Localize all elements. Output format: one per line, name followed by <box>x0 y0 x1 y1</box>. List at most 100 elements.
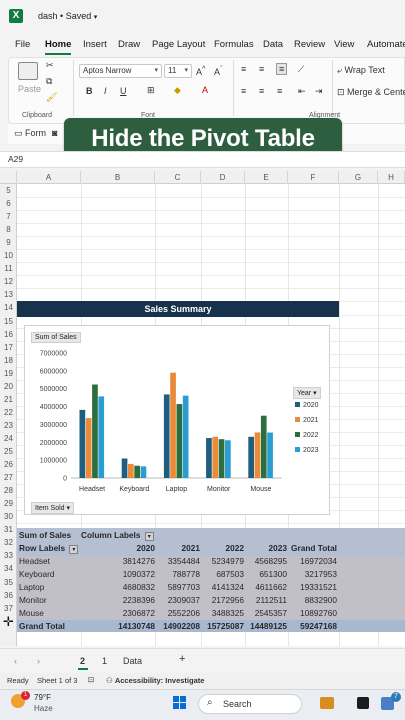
outdent-icon[interactable]: ⇥ <box>315 86 323 97</box>
row-header-33[interactable]: 33 <box>0 551 17 560</box>
taskbar-search-input[interactable]: Search <box>198 694 302 714</box>
sheet-tab-1[interactable]: 1 <box>102 656 107 666</box>
menu-page-layout[interactable]: Page Layout <box>152 39 205 50</box>
menu-draw[interactable]: Draw <box>118 39 140 50</box>
column-header-b[interactable]: B <box>81 171 155 184</box>
row-header-16[interactable]: 16 <box>0 330 17 339</box>
column-header-e[interactable]: E <box>245 171 288 184</box>
item-sold-field-button[interactable]: Item Sold ▾ <box>31 502 75 514</box>
row-header-36[interactable]: 36 <box>0 591 17 600</box>
add-sheet-button[interactable]: + <box>179 653 185 665</box>
row-header-6[interactable]: 6 <box>0 199 17 208</box>
underline-icon[interactable]: U <box>120 86 127 96</box>
next-sheet-button[interactable]: › <box>37 656 40 666</box>
year-legend-field-button[interactable]: Year ▾ <box>293 387 321 399</box>
document-title[interactable]: dash • Saved ▾ <box>38 11 97 21</box>
wrap-text-button[interactable]: ⤶ Wrap Text <box>337 65 385 76</box>
paste-icon[interactable] <box>18 62 38 80</box>
italic-icon[interactable]: I <box>104 86 107 96</box>
column-header-g[interactable]: G <box>339 171 378 184</box>
sheet-tab-2[interactable]: 2 <box>80 656 85 666</box>
menu-file[interactable]: File <box>15 39 30 50</box>
paste-label[interactable]: Paste <box>18 84 41 94</box>
camera-icon[interactable]: ◙ <box>52 128 57 138</box>
cut-icon[interactable]: ✂ <box>46 60 54 71</box>
row-header-12[interactable]: 12 <box>0 277 17 286</box>
format-painter-icon[interactable]: 🖌 <box>46 92 57 103</box>
column-header-a[interactable]: A <box>17 171 81 184</box>
align-middle-icon[interactable]: ≡ <box>259 64 264 74</box>
orientation-icon[interactable]: ⟋ <box>298 64 304 75</box>
font-size-combo[interactable]: 11 ▾ <box>164 64 192 78</box>
chart-plot: 0 1000000 2000000 3000000 4000000 5000000 6000… <box>40 351 282 493</box>
borders-icon[interactable]: ⊞ <box>147 85 155 96</box>
row-header-31[interactable]: 31 <box>0 525 17 534</box>
row-header-19[interactable]: 19 <box>0 369 17 378</box>
column-header-d[interactable]: D <box>201 171 245 184</box>
column-header-h[interactable]: H <box>378 171 405 184</box>
indent-icon[interactable]: ⇤ <box>298 86 306 97</box>
row-header-37[interactable]: 37 <box>0 604 17 613</box>
copy-icon[interactable]: ⧉ <box>46 76 52 87</box>
menu-insert[interactable]: Insert <box>83 39 107 50</box>
menu-home[interactable]: Home <box>45 39 71 50</box>
row-header-20[interactable]: 20 <box>0 382 17 391</box>
menu-view[interactable]: View <box>334 39 354 50</box>
menu-formulas[interactable]: Formulas <box>214 39 254 50</box>
fill-color-icon[interactable]: ◆ <box>174 85 181 96</box>
row-header-26[interactable]: 26 <box>0 460 17 469</box>
row-header-22[interactable]: 22 <box>0 408 17 417</box>
pivot-chart[interactable]: Sum of Sales 0 1000000 2000000 3000000 40000… <box>24 325 330 515</box>
align-left-icon[interactable]: ≡ <box>241 86 246 96</box>
row-header-9[interactable]: 9 <box>0 238 17 247</box>
row-header-7[interactable]: 7 <box>0 212 17 221</box>
align-center-icon[interactable]: ≡ <box>259 86 264 96</box>
menu-review[interactable]: Review <box>294 39 325 50</box>
font-color-icon[interactable]: A <box>202 85 208 95</box>
row-header-14[interactable]: 14 <box>0 303 17 312</box>
row-header-13[interactable]: 13 <box>0 290 17 299</box>
sheet-tab-data[interactable]: Data <box>123 656 142 666</box>
menu-data[interactable]: Data <box>263 39 283 50</box>
legend-swatch <box>295 432 300 437</box>
row-header-30[interactable]: 30 <box>0 512 17 521</box>
row-header-34[interactable]: 34 <box>0 564 17 573</box>
menu-automate[interactable]: Automate <box>367 39 405 50</box>
prev-sheet-button[interactable]: ‹ <box>14 656 17 666</box>
name-box[interactable]: A29 <box>8 154 23 164</box>
align-bottom-icon[interactable]: ≡ <box>276 63 288 75</box>
row-header-24[interactable]: 24 <box>0 434 17 443</box>
row-header-17[interactable]: 17 <box>0 343 17 352</box>
row-header-27[interactable]: 27 <box>0 473 17 482</box>
row-header-15[interactable]: 15 <box>0 317 17 326</box>
row-header-5[interactable]: 5 <box>0 186 17 195</box>
align-right-icon[interactable]: ≡ <box>277 86 282 96</box>
merge-center-button[interactable]: ⊡ Merge & Center <box>337 87 405 98</box>
row-header-10[interactable]: 10 <box>0 251 17 260</box>
align-top-icon[interactable]: ≡ <box>241 64 246 74</box>
font-name-combo[interactable]: Aptos Narrow ▾ <box>79 64 162 78</box>
y-tick-label: 7000000 <box>40 351 67 358</box>
windows-start-icon[interactable] <box>173 696 187 710</box>
row-header-21[interactable]: 21 <box>0 395 17 404</box>
column-header-c[interactable]: C <box>155 171 201 184</box>
bold-icon[interactable]: B <box>86 86 93 96</box>
app-icon[interactable] <box>357 697 369 709</box>
row-header-32[interactable]: 32 <box>0 538 17 547</box>
macro-record-icon[interactable]: ⊡ <box>88 675 94 684</box>
form-button[interactable]: ▭ Form <box>14 128 46 139</box>
row-header-23[interactable]: 23 <box>0 421 17 430</box>
briefcase-icon[interactable] <box>320 697 334 709</box>
row-header-18[interactable]: 18 <box>0 356 17 365</box>
row-header-8[interactable]: 8 <box>0 225 17 234</box>
column-header-f[interactable]: F <box>288 171 339 184</box>
row-header-29[interactable]: 29 <box>0 499 17 508</box>
row-header-11[interactable]: 11 <box>0 264 17 273</box>
row-header-28[interactable]: 28 <box>0 486 17 495</box>
select-all-corner[interactable] <box>0 171 17 184</box>
grow-font-icon[interactable]: A^ <box>196 64 206 77</box>
row-header-25[interactable]: 25 <box>0 447 17 456</box>
accessibility-status[interactable]: ⚇ Accessibility: Investigate <box>106 676 204 685</box>
shrink-font-icon[interactable]: Aˇ <box>214 64 223 77</box>
row-header-35[interactable]: 35 <box>0 578 17 587</box>
